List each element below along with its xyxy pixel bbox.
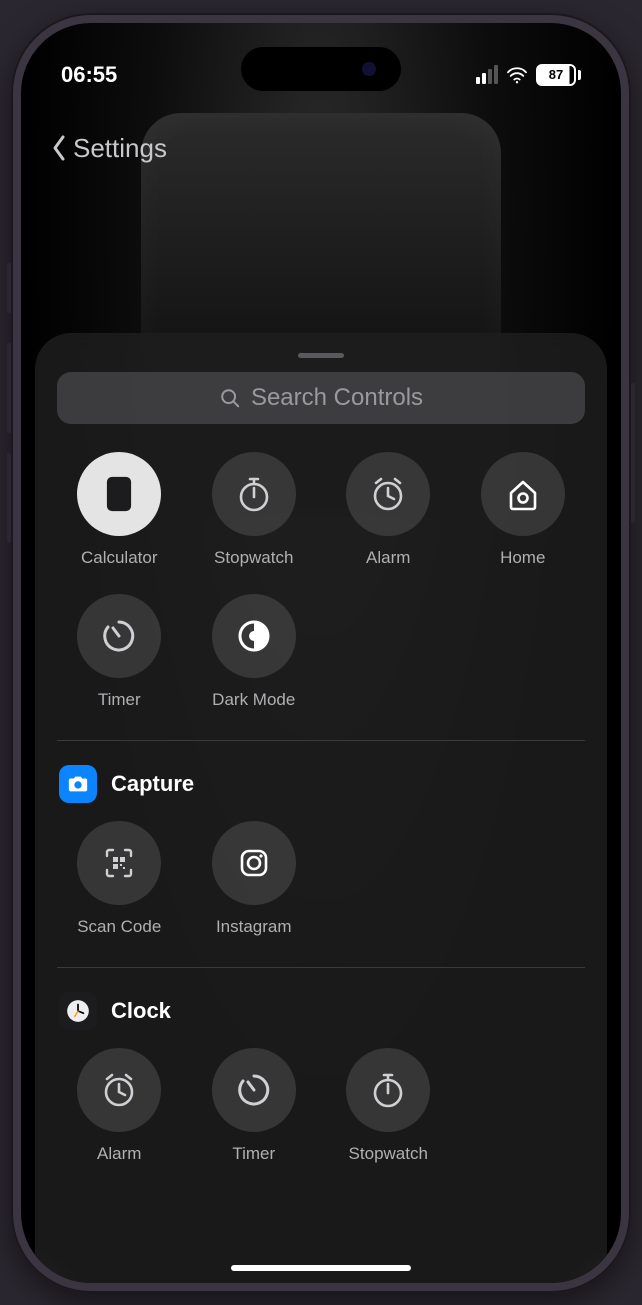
search-controls[interactable]: Search Controls: [57, 372, 585, 424]
control-timer[interactable]: Timer: [57, 594, 182, 710]
control-stopwatch[interactable]: Stopwatch: [192, 452, 317, 568]
capture-grid: Scan Code Instagram: [57, 821, 585, 937]
clock-app-icon: [59, 992, 97, 1030]
dynamic-island: [241, 47, 401, 91]
control-instagram[interactable]: Instagram: [192, 821, 317, 937]
control-alarm[interactable]: Alarm: [326, 452, 451, 568]
control-scan-code[interactable]: Scan Code: [57, 821, 182, 937]
timer-icon: [77, 594, 161, 678]
back-label: Settings: [73, 133, 167, 164]
divider: [57, 967, 585, 968]
calculator-icon: [77, 452, 161, 536]
chevron-left-icon: [51, 134, 67, 162]
alarm-icon: [346, 452, 430, 536]
timer-icon: [212, 1048, 296, 1132]
section-head-capture: Capture: [59, 765, 585, 803]
control-darkmode[interactable]: Dark Mode: [192, 594, 317, 710]
alarm-icon: [77, 1048, 161, 1132]
stopwatch-icon: [212, 452, 296, 536]
suggested-grid: Calculator Stopwatch: [57, 452, 585, 710]
controls-sheet: Search Controls: [35, 333, 607, 1283]
section-head-clock: Clock: [59, 992, 585, 1030]
sheet-grabber[interactable]: [298, 353, 344, 358]
qr-icon: [77, 821, 161, 905]
back-button[interactable]: Settings: [51, 133, 167, 164]
instagram-icon: [212, 821, 296, 905]
control-timer-clock[interactable]: Timer: [192, 1048, 317, 1164]
camera-app-icon: [59, 765, 97, 803]
home-indicator[interactable]: [231, 1265, 411, 1271]
cellular-icon: [476, 65, 498, 84]
darkmode-icon: [212, 594, 296, 678]
control-home[interactable]: Home: [461, 452, 586, 568]
search-placeholder: Search Controls: [251, 384, 423, 412]
battery-indicator: 87: [536, 64, 581, 86]
divider: [57, 740, 585, 741]
control-stopwatch-clock[interactable]: Stopwatch: [326, 1048, 451, 1164]
clock-grid: Alarm Timer: [57, 1048, 585, 1164]
control-alarm-clock[interactable]: Alarm: [57, 1048, 182, 1164]
wifi-icon: [506, 66, 528, 84]
stopwatch-icon: [346, 1048, 430, 1132]
home-icon: [481, 452, 565, 536]
control-calculator[interactable]: Calculator: [57, 452, 182, 568]
search-icon: [219, 387, 241, 409]
status-time: 06:55: [61, 62, 117, 88]
